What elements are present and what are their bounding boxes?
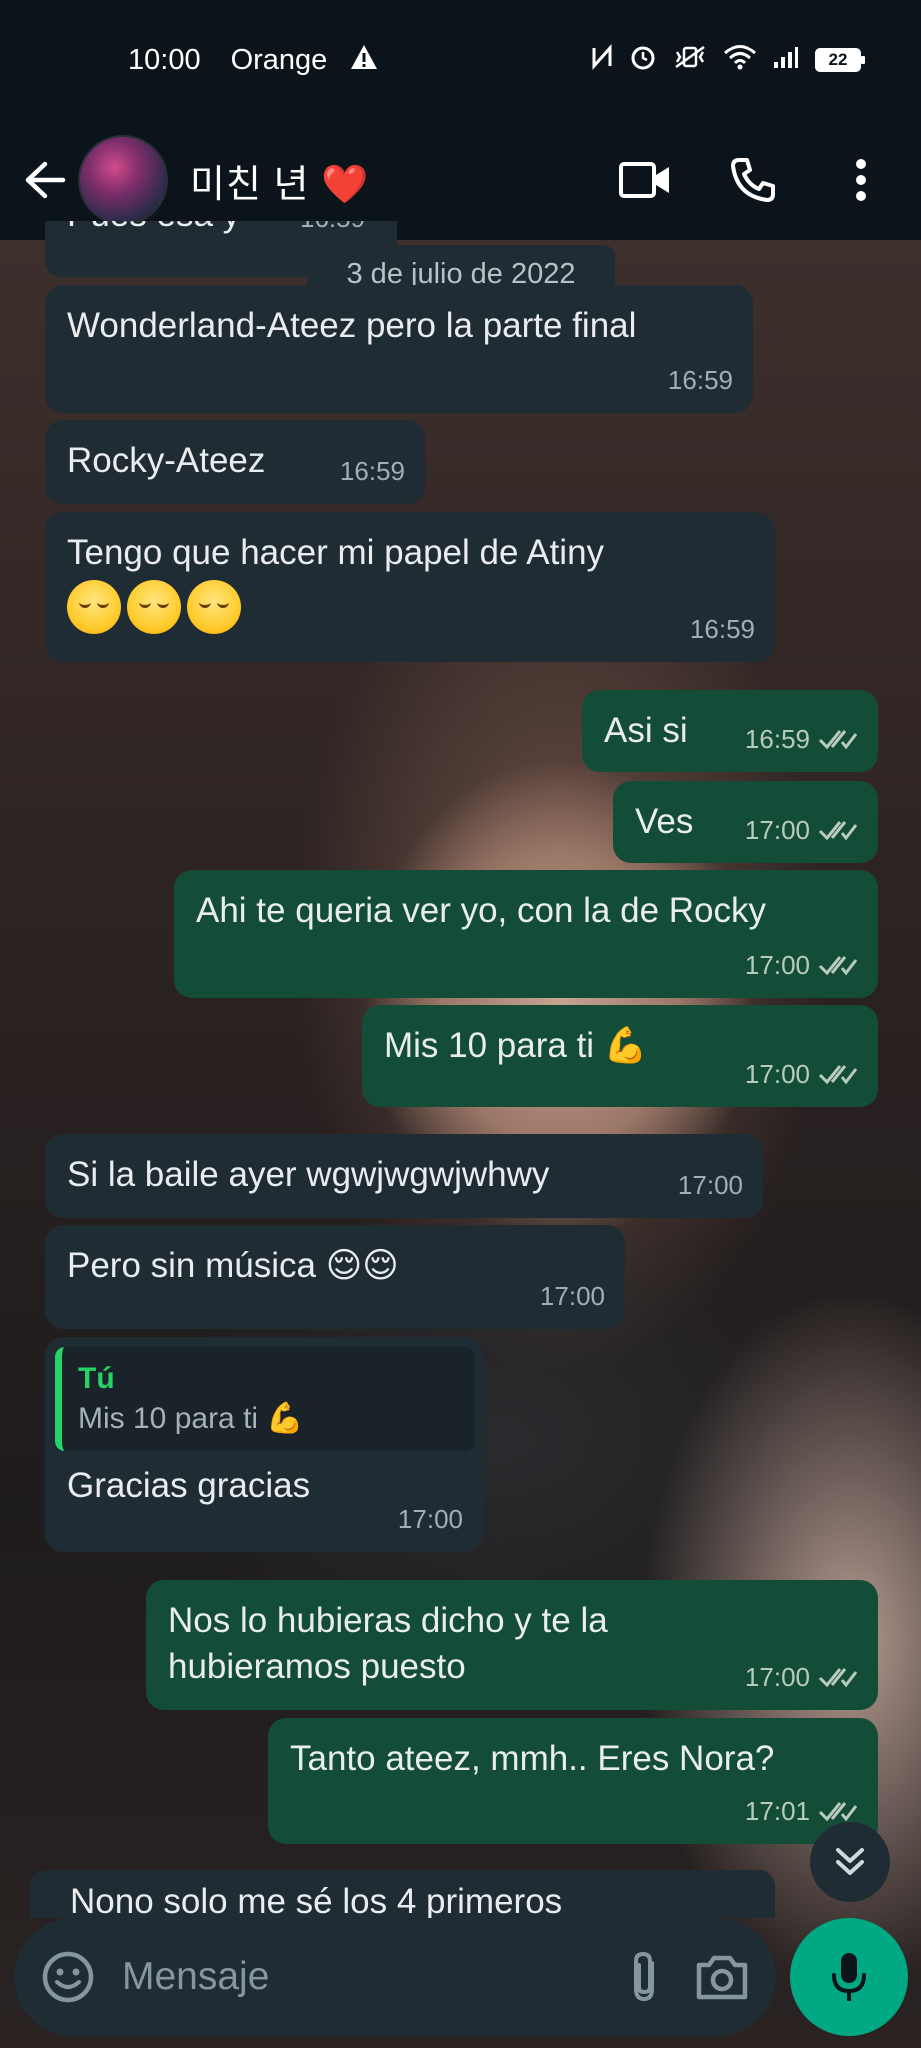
- message-text: Wonderland-Ateez pero la parte final: [67, 306, 637, 345]
- message-text: Nono solo me sé los 4 primeros: [70, 1882, 563, 1918]
- message-text: Tengo que hacer mi papel de Atiny: [67, 533, 605, 572]
- message-input[interactable]: Mensaje: [122, 1955, 594, 1999]
- message-time: 16:59: [667, 365, 733, 395]
- message-time: 17:01: [744, 1796, 810, 1826]
- battery-indicator: 22: [815, 48, 865, 72]
- quoted-text: Mis 10 para ti 💪: [78, 1402, 304, 1435]
- video-camera-icon: [619, 162, 669, 198]
- message-bubble[interactable]: Wonderland-Ateez pero la parte final 16:…: [45, 285, 753, 413]
- voice-record-button[interactable]: [790, 1918, 908, 2036]
- message-text: Pero sin música 😌😌: [67, 1246, 399, 1285]
- message-bubble[interactable]: Asi si 16:59: [582, 690, 878, 772]
- message-time: 16:59: [744, 724, 810, 754]
- message-time: 17:00: [397, 1504, 463, 1534]
- alarm-icon: [629, 43, 657, 78]
- more-options-button[interactable]: [833, 152, 889, 208]
- quoted-message[interactable]: Tú Mis 10 para ti 💪: [55, 1347, 475, 1451]
- contact-name[interactable]: 미친 년 ❤️: [190, 153, 369, 208]
- message-bubble[interactable]: Mis 10 para ti 💪 17:00: [362, 1005, 878, 1107]
- emoji-button[interactable]: [40, 1949, 96, 2005]
- message-time: 17:00: [744, 815, 810, 845]
- wifi-icon: [723, 44, 757, 77]
- message-bubble[interactable]: Rocky-Ateez 16:59: [45, 420, 425, 504]
- message-bubble[interactable]: Pero sin música 😌😌 17:00: [45, 1225, 625, 1329]
- attach-button[interactable]: [616, 1949, 672, 2005]
- status-carrier: Orange: [230, 43, 328, 76]
- double-check-icon: [818, 956, 858, 976]
- message-text: Tanto ateez, mmh.. Eres Nora?: [290, 1739, 775, 1778]
- paperclip-icon: [634, 1951, 654, 2002]
- message-bubble-partial[interactable]: Nono solo me sé los 4 primeros: [30, 1870, 775, 1918]
- video-call-button[interactable]: [617, 152, 673, 208]
- smiley-icon: [42, 1951, 94, 2003]
- double-check-icon: [818, 1802, 858, 1822]
- message-bubble[interactable]: Si la baile ayer wgwjwgwjwhwy 17:00: [45, 1134, 763, 1218]
- message-bubble[interactable]: Tanto ateez, mmh.. Eres Nora? 17:01: [268, 1718, 878, 1844]
- emoji-row: [67, 580, 753, 634]
- arrow-left-icon: [25, 161, 66, 199]
- message-time: 17:00: [677, 1170, 743, 1200]
- message-time: 16:59: [339, 456, 405, 486]
- message-time: 17:00: [744, 1059, 810, 1089]
- message-time: 16:59: [300, 221, 365, 234]
- double-check-icon: [818, 821, 858, 841]
- message-bubble[interactable]: Ahi te queria ver yo, con la de Rocky 17…: [174, 870, 878, 998]
- signal-icon: [773, 45, 799, 76]
- double-check-icon: [818, 1065, 858, 1085]
- back-button[interactable]: [20, 150, 70, 210]
- relieved-face-icon: [187, 580, 241, 634]
- status-bar: 10:00 Orange 22: [0, 0, 921, 120]
- message-text: Si la baile ayer wgwjwgwjwhwy: [67, 1155, 550, 1194]
- message-text-line1: Nos lo hubieras dicho y te la: [168, 1601, 608, 1640]
- double-check-icon: [818, 730, 858, 750]
- message-composer: Mensaje: [14, 1918, 776, 2036]
- quoted-author: Tú: [78, 1362, 115, 1395]
- camera-icon: [696, 1955, 748, 2000]
- more-vertical-icon: [856, 159, 866, 201]
- camera-button[interactable]: [694, 1949, 750, 2005]
- double-check-icon: [818, 1668, 858, 1688]
- message-time: 17:00: [539, 1281, 605, 1311]
- relieved-face-icon: [127, 580, 181, 634]
- message-bubble[interactable]: Ves 17:00: [613, 781, 878, 863]
- status-icons: 22: [591, 43, 865, 78]
- message-text: Pues esa y: [67, 221, 240, 235]
- nfc-icon: [591, 43, 613, 77]
- phone-icon: [731, 158, 775, 202]
- message-bubble-reply[interactable]: Tú Mis 10 para ti 💪 Gracias gracias 17:0…: [45, 1337, 483, 1552]
- relieved-face-icon: [67, 580, 121, 634]
- voice-call-button[interactable]: [725, 152, 781, 208]
- scroll-to-bottom-button[interactable]: [810, 1822, 890, 1902]
- vibrate-icon: [673, 44, 707, 77]
- status-time: 10:00: [128, 43, 201, 76]
- message-text: Ahi te queria ver yo, con la de Rocky: [196, 891, 767, 930]
- warning-icon: [349, 43, 379, 78]
- avatar[interactable]: [78, 135, 168, 225]
- message-bubble[interactable]: Nos lo hubieras dicho y te la hubieramos…: [146, 1580, 878, 1710]
- microphone-icon: [832, 1953, 866, 2001]
- message-time: 17:00: [744, 1662, 810, 1692]
- double-chevron-down-icon: [836, 1848, 864, 1875]
- message-bubble[interactable]: Tengo que hacer mi papel de Atiny 16:59: [45, 512, 775, 662]
- message-time: 17:00: [744, 950, 810, 980]
- message-time: 16:59: [689, 614, 755, 644]
